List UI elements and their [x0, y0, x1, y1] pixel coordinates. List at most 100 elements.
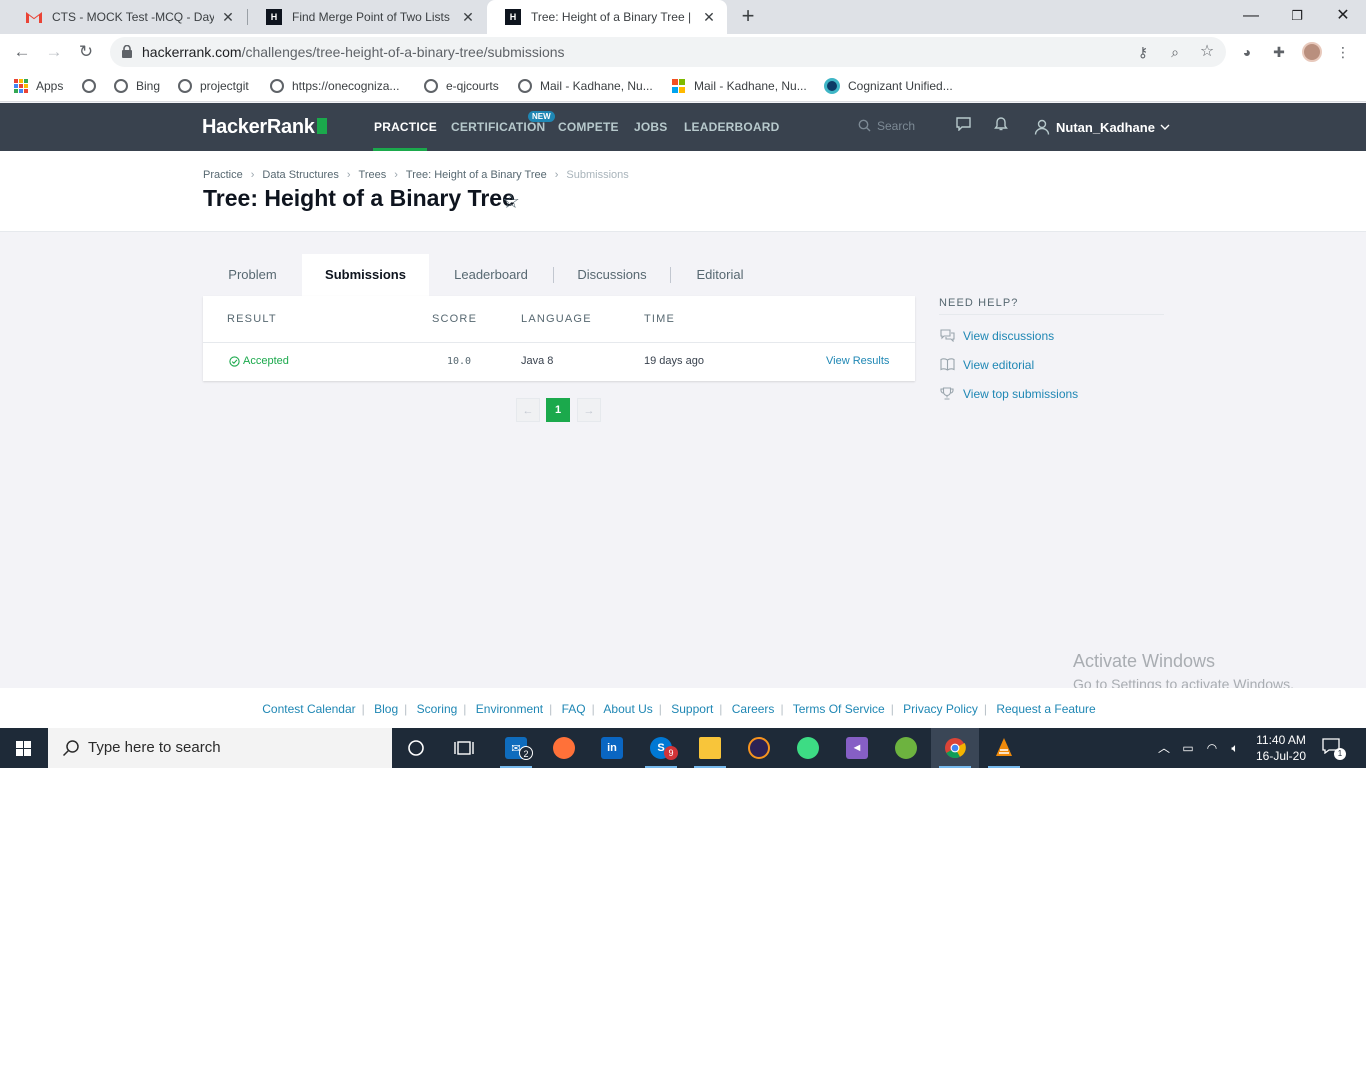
browser-tab-merge-point[interactable]: H Find Merge Point of Two Lists | H ✕: [248, 0, 486, 34]
gmail-icon: [26, 9, 42, 25]
close-tab-icon[interactable]: ✕: [220, 9, 236, 26]
page-1-button[interactable]: 1: [546, 398, 570, 422]
breadcrumb-challenge[interactable]: Tree: Height of a Binary Tree: [406, 169, 547, 181]
column-header-score: SCORE: [432, 313, 478, 325]
browser-tab-tree-height[interactable]: H Tree: Height of a Binary Tree | Ha ✕: [487, 0, 727, 34]
zoom-icon[interactable]: ⌕: [1166, 43, 1184, 61]
tab-leaderboard[interactable]: Leaderboard: [429, 254, 553, 296]
view-results-link[interactable]: View Results: [826, 355, 889, 367]
notifications-bell-icon[interactable]: [990, 116, 1012, 138]
footer-link-about-us[interactable]: About Us: [603, 702, 652, 716]
window-close-icon[interactable]: ✕: [1320, 2, 1366, 30]
wifi-icon[interactable]: ◠: [1201, 728, 1223, 768]
footer-link-contest-calendar[interactable]: Contest Calendar: [262, 702, 355, 716]
nav-certification[interactable]: CERTIFICATION: [451, 120, 545, 134]
bookmark-mail-2[interactable]: Mail - Kadhane, Nu...: [672, 77, 807, 95]
bookmark-star-icon[interactable]: ☆: [1198, 43, 1216, 61]
user-menu[interactable]: Nutan_Kadhane: [1034, 119, 1170, 135]
tab-submissions[interactable]: Submissions: [302, 254, 429, 296]
breadcrumb-data-structures[interactable]: Data Structures: [262, 169, 338, 181]
extensions-puzzle-icon[interactable]: ✚: [1270, 43, 1288, 61]
trophy-icon: [939, 387, 955, 401]
visual-studio-icon[interactable]: ◄: [833, 728, 881, 768]
footer-links: Contest Calendar | Blog | Scoring | Environ…: [0, 702, 1358, 716]
reload-icon[interactable]: ↻: [74, 40, 98, 64]
bookmark-apps[interactable]: Apps: [14, 77, 63, 95]
tab-editorial[interactable]: Editorial: [671, 254, 769, 296]
url-host: hackerrank.com: [142, 44, 242, 60]
footer-link-careers[interactable]: Careers: [732, 702, 775, 716]
browser-tab-gmail[interactable]: CTS - MOCK Test -MCQ - Day 1-T ✕: [8, 0, 246, 34]
close-tab-icon[interactable]: ✕: [701, 9, 717, 26]
new-tab-button[interactable]: +: [736, 4, 760, 28]
cortana-icon[interactable]: [392, 728, 440, 768]
footer-link-blog[interactable]: Blog: [374, 702, 398, 716]
show-hidden-icons-icon[interactable]: ︿: [1153, 728, 1175, 768]
action-center-icon[interactable]: 1: [1322, 738, 1346, 760]
next-page-button[interactable]: →: [577, 398, 601, 422]
task-view-icon[interactable]: [440, 728, 488, 768]
tab-problem[interactable]: Problem: [203, 254, 302, 296]
minimize-icon[interactable]: —: [1228, 2, 1274, 30]
column-header-time: TIME: [644, 313, 676, 325]
linkedin-icon[interactable]: in: [588, 728, 636, 768]
footer-link-privacy[interactable]: Privacy Policy: [903, 702, 978, 716]
prev-page-button[interactable]: ←: [516, 398, 540, 422]
breadcrumb-practice[interactable]: Practice: [203, 169, 243, 181]
nav-compete[interactable]: COMPETE: [558, 120, 619, 134]
tab-discussions[interactable]: Discussions: [554, 254, 670, 296]
globe-icon: [82, 79, 96, 93]
footer-divider: |: [591, 702, 595, 716]
vlc-icon[interactable]: [980, 728, 1028, 768]
view-top-submissions-link[interactable]: View top submissions: [939, 387, 1078, 401]
skype-icon[interactable]: S 9: [637, 728, 685, 768]
address-bar[interactable]: hackerrank.com/challenges/tree-height-of…: [110, 37, 1226, 67]
messages-icon[interactable]: [952, 116, 974, 138]
extension-circle-icon[interactable]: ◕: [1238, 43, 1256, 61]
lock-icon: [122, 45, 132, 58]
footer-link-environment[interactable]: Environment: [476, 702, 543, 716]
footer-link-terms[interactable]: Terms Of Service: [793, 702, 885, 716]
back-arrow-icon[interactable]: ←: [10, 40, 34, 64]
key-icon[interactable]: ⚷: [1134, 43, 1152, 61]
hackerrank-logo[interactable]: HackerRank: [202, 116, 327, 139]
firefox-icon[interactable]: [540, 728, 588, 768]
windows-start-icon[interactable]: [0, 728, 48, 768]
taskbar-search-input[interactable]: Type here to search: [48, 728, 392, 768]
footer-link-scoring[interactable]: Scoring: [417, 702, 458, 716]
nav-leaderboard[interactable]: LEADERBOARD: [684, 120, 780, 134]
system-clock[interactable]: 11:40 AM 16-Jul-20: [1256, 732, 1306, 764]
profile-avatar[interactable]: [1302, 42, 1322, 62]
footer-link-faq[interactable]: FAQ: [562, 702, 586, 716]
chat-badge: 9: [664, 746, 678, 760]
chrome-icon[interactable]: [931, 728, 979, 768]
footer-link-support[interactable]: Support: [671, 702, 713, 716]
nav-jobs[interactable]: JOBS: [634, 120, 667, 134]
mail-app-icon[interactable]: ✉ 2: [492, 728, 540, 768]
bookmark-challenge-star-icon[interactable]: ☆: [502, 189, 520, 214]
eclipse-icon[interactable]: [735, 728, 783, 768]
android-studio-icon[interactable]: [784, 728, 832, 768]
bookmark-mail-1[interactable]: Mail - Kadhane, Nu...: [518, 77, 653, 95]
bookmark-bing[interactable]: Bing: [114, 77, 160, 95]
restore-icon[interactable]: ❐: [1274, 2, 1320, 30]
view-editorial-link[interactable]: View editorial: [939, 358, 1034, 372]
breadcrumb-trees[interactable]: Trees: [359, 169, 387, 181]
footer-link-request-feature[interactable]: Request a Feature: [996, 702, 1095, 716]
bookmark-projectgit[interactable]: projectgit: [178, 77, 249, 95]
file-explorer-icon[interactable]: [686, 728, 734, 768]
forward-arrow-icon[interactable]: →: [42, 40, 66, 64]
nav-search-input[interactable]: Search: [858, 119, 915, 133]
bookmark-globe[interactable]: [82, 77, 104, 95]
nav-practice[interactable]: PRACTICE: [374, 120, 437, 134]
view-discussions-link[interactable]: View discussions: [939, 329, 1054, 343]
bookmark-cognizant[interactable]: Cognizant Unified...: [824, 77, 953, 95]
volume-icon[interactable]: 🔈︎: [1224, 728, 1246, 768]
time-value: 19 days ago: [644, 355, 704, 367]
battery-icon[interactable]: ▭: [1177, 728, 1199, 768]
bookmark-onecognizant[interactable]: https://onecogniza...: [270, 77, 399, 95]
menu-kebab-icon[interactable]: ⋮: [1334, 43, 1352, 61]
spring-tool-icon[interactable]: [882, 728, 930, 768]
bookmark-e-qjcourts[interactable]: e-qjcourts: [424, 77, 499, 95]
close-tab-icon[interactable]: ✕: [460, 9, 476, 26]
